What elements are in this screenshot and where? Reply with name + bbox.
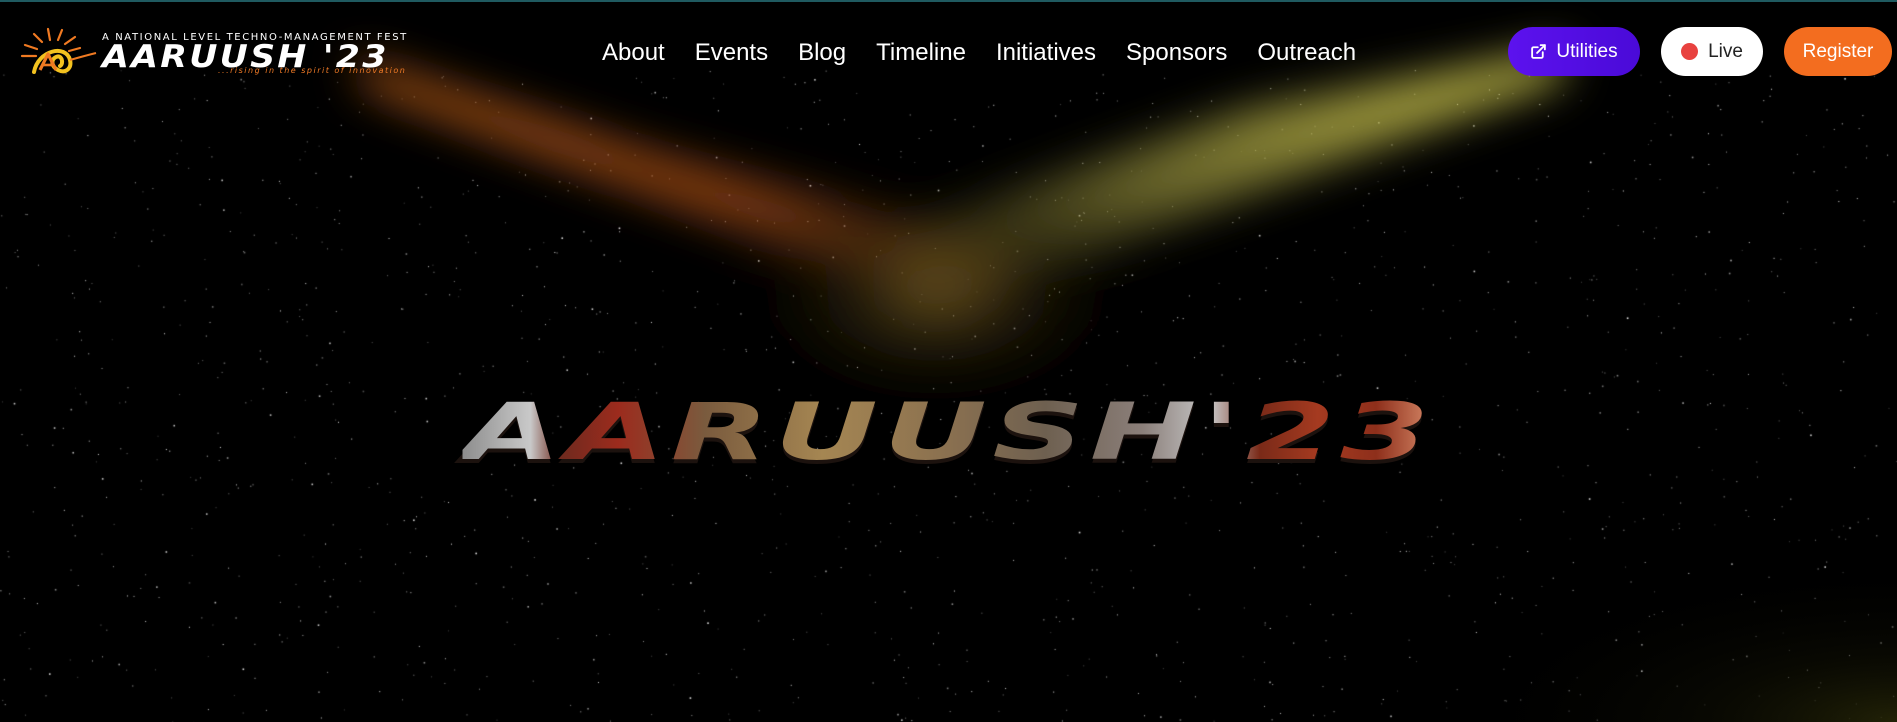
nav-link-timeline[interactable]: Timeline	[876, 39, 966, 67]
nav-link-initiatives[interactable]: Initiatives	[996, 39, 1096, 67]
hero-title: AARUUSH'23	[462, 382, 1429, 482]
main-nav: About Events Blog Timeline Initiatives S…	[602, 37, 1356, 69]
nav-link-blog[interactable]: Blog	[798, 39, 846, 67]
utilities-button[interactable]: Utilities	[1508, 27, 1640, 76]
nav-link-outreach[interactable]: Outreach	[1257, 39, 1356, 67]
brand-motto: ...rising in the spirit of innovation	[218, 66, 407, 75]
external-link-icon	[1530, 43, 1547, 60]
nav-link-events[interactable]: Events	[695, 39, 768, 67]
sunburst-a-logo-icon	[20, 27, 97, 74]
brand-logo[interactable]: A NATIONAL LEVEL TECHNO-MANAGEMENT FEST …	[20, 26, 430, 78]
corner-glow	[1450, 560, 1897, 722]
live-button-label: Live	[1708, 40, 1743, 62]
live-dot-icon	[1681, 43, 1699, 60]
nav-link-sponsors[interactable]: Sponsors	[1126, 39, 1227, 67]
hero-title-text: AARUUSH'23	[461, 386, 1435, 478]
live-button[interactable]: Live	[1661, 27, 1763, 76]
utilities-button-label: Utilities	[1556, 40, 1618, 62]
register-button-label: Register	[1802, 40, 1874, 62]
register-button[interactable]: Register	[1784, 27, 1892, 76]
nav-link-about[interactable]: About	[602, 39, 665, 67]
page: A NATIONAL LEVEL TECHNO-MANAGEMENT FEST …	[0, 0, 1897, 722]
navbar: A NATIONAL LEVEL TECHNO-MANAGEMENT FEST …	[0, 0, 1897, 104]
